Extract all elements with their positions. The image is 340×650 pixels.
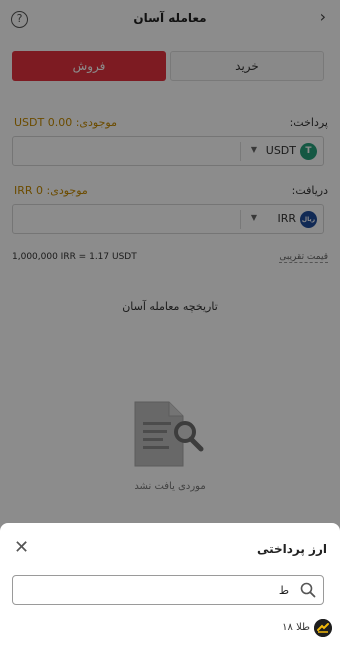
currency-picker-sheet: ارز پرداختی ✕ طلا ۱۸ <box>0 523 340 650</box>
search-box <box>12 575 324 605</box>
gold-coin-icon <box>314 619 332 637</box>
sheet-title: ارز پرداختی <box>256 542 327 556</box>
close-icon[interactable]: ✕ <box>14 539 29 557</box>
search-icon <box>300 582 316 598</box>
list-item-label: طلا ۱۸ <box>282 622 310 633</box>
search-input[interactable] <box>19 580 289 600</box>
